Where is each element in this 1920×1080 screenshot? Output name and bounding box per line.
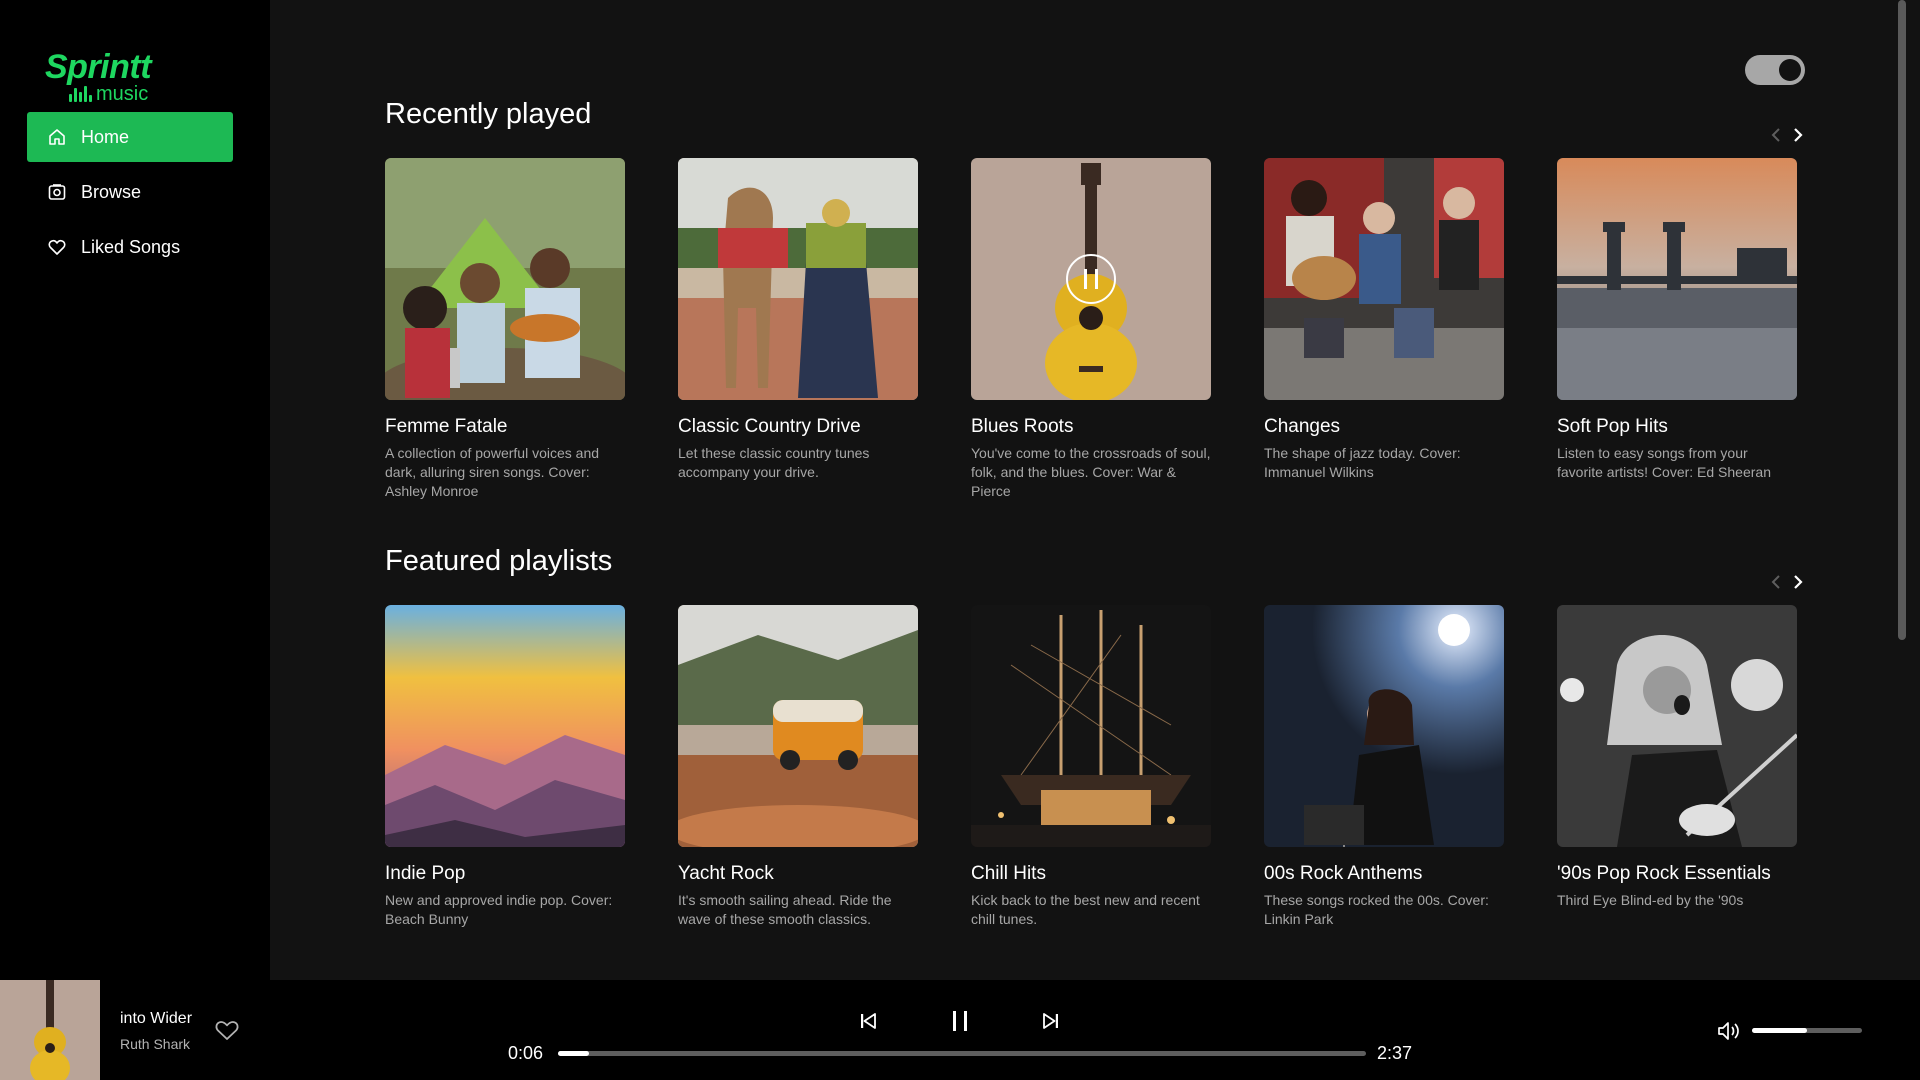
progress-bar[interactable] — [558, 1051, 1366, 1056]
card-title: Soft Pop Hits — [1557, 416, 1668, 437]
card-title: Classic Country Drive — [678, 416, 861, 437]
section-title: Featured playlists — [385, 545, 613, 577]
theme-toggle[interactable] — [1745, 55, 1805, 85]
main-scrollbar[interactable] — [1896, 0, 1908, 980]
sidebar-item-browse[interactable]: Browse — [27, 167, 233, 217]
card-description: Listen to easy songs from your favorite … — [1557, 445, 1771, 480]
playlist-cover — [1264, 605, 1504, 847]
pause-overlay-icon[interactable] — [1066, 254, 1116, 304]
featured-playlists-section: Featured playlists Indie Pop New and app… — [385, 545, 1805, 927]
now-playing-cover[interactable] — [0, 980, 100, 1080]
like-heart-icon[interactable] — [214, 1018, 240, 1042]
pause-icon[interactable] — [947, 1008, 973, 1034]
previous-icon[interactable] — [855, 1008, 881, 1034]
card-description: You've come to the crossroads of soul, f… — [971, 445, 1211, 499]
playlist-cover — [385, 158, 625, 400]
card-title: Yacht Rock — [678, 863, 774, 884]
sidebar: Sprintt music Home Browse Liked Songs — [0, 0, 270, 980]
app-logo[interactable]: Sprintt music — [45, 48, 152, 105]
toggle-knob — [1779, 59, 1801, 81]
playlist-card[interactable]: Changes The shape of jazz today. Cover: … — [1264, 158, 1504, 501]
chevron-right-icon[interactable] — [1791, 571, 1805, 593]
card-row: Indie Pop New and approved indie pop. Co… — [385, 605, 1797, 929]
card-title: Blues Roots — [971, 416, 1074, 437]
card-description: Let these classic country tunes accompan… — [678, 445, 870, 480]
player-bar: into Wider Ruth Shark 0:06 2:37 — [0, 980, 1920, 1080]
logo-subtext: music — [96, 83, 149, 105]
carousel-arrows — [1769, 124, 1805, 146]
logo-text: Sprintt — [45, 48, 152, 86]
playlist-card[interactable]: Femme Fatale A collection of powerful vo… — [385, 158, 625, 501]
carousel-arrows — [1769, 571, 1805, 593]
home-icon — [47, 127, 67, 147]
chevron-left-icon[interactable] — [1769, 571, 1783, 593]
section-title: Recently played — [385, 98, 592, 130]
chevron-left-icon[interactable] — [1769, 124, 1783, 146]
playlist-card[interactable]: Chill Hits Kick back to the best new and… — [971, 605, 1211, 929]
card-title: Femme Fatale — [385, 416, 508, 437]
browse-icon — [47, 182, 67, 202]
card-title: Indie Pop — [385, 863, 466, 884]
card-title: Chill Hits — [971, 863, 1046, 884]
card-description: The shape of jazz today. Cover: Immanuel… — [1264, 445, 1461, 480]
playlist-cover — [1557, 158, 1797, 400]
sidebar-item-label: Browse — [81, 181, 142, 202]
playlist-cover — [385, 605, 625, 847]
playlist-card[interactable]: Yacht Rock It's smooth sailing ahead. Ri… — [678, 605, 918, 929]
playlist-cover — [678, 605, 918, 847]
playlist-card[interactable]: 00s Rock Anthems These songs rocked the … — [1264, 605, 1504, 929]
heart-icon — [47, 237, 67, 257]
card-description: Third Eye Blind-ed by the '90s — [1557, 892, 1744, 908]
sidebar-item-label: Home — [81, 126, 130, 147]
volume-icon[interactable] — [1716, 1020, 1742, 1042]
playlist-card[interactable]: Indie Pop New and approved indie pop. Co… — [385, 605, 625, 929]
progress-fill — [558, 1051, 589, 1056]
playlist-card[interactable]: Blues Roots You've come to the crossroad… — [971, 158, 1211, 501]
card-description: These songs rocked the 00s. Cover: Linki… — [1264, 892, 1489, 927]
total-duration: 2:37 — [1377, 1043, 1413, 1063]
playlist-cover — [1557, 605, 1797, 847]
soundwave-icon — [69, 86, 92, 102]
now-playing-title[interactable]: into Wider — [120, 1010, 192, 1028]
card-title: '90s Pop Rock Essentials — [1557, 863, 1771, 884]
card-title: 00s Rock Anthems — [1264, 863, 1423, 884]
recently-played-section: Recently played Femme Fatale A collectio… — [385, 98, 1805, 499]
card-title: Changes — [1264, 416, 1341, 437]
volume-slider[interactable] — [1752, 1028, 1862, 1033]
sidebar-item-label: Liked Songs — [81, 236, 181, 257]
elapsed-time: 0:06 — [508, 1043, 544, 1063]
now-playing-artist[interactable]: Ruth Shark — [120, 1036, 190, 1052]
sidebar-item-liked-songs[interactable]: Liked Songs — [27, 222, 233, 272]
card-description: A collection of powerful voices and dark… — [385, 445, 600, 499]
playlist-cover — [971, 158, 1211, 400]
volume-fill — [1752, 1028, 1807, 1033]
playlist-card[interactable]: '90s Pop Rock Essentials Third Eye Blind… — [1557, 605, 1797, 929]
card-description: Kick back to the best new and recent chi… — [971, 892, 1200, 927]
sidebar-item-home[interactable]: Home — [27, 112, 233, 162]
playlist-cover — [971, 605, 1211, 847]
playlist-card[interactable]: Classic Country Drive Let these classic … — [678, 158, 918, 501]
playlist-cover — [678, 158, 918, 400]
card-description: It's smooth sailing ahead. Ride the wave… — [678, 892, 892, 927]
card-row: Femme Fatale A collection of powerful vo… — [385, 158, 1797, 501]
next-icon[interactable] — [1038, 1008, 1064, 1034]
playlist-cover — [1264, 158, 1504, 400]
card-description: New and approved indie pop. Cover: Beach… — [385, 892, 613, 927]
chevron-right-icon[interactable] — [1791, 124, 1805, 146]
playlist-card[interactable]: Soft Pop Hits Listen to easy songs from … — [1557, 158, 1797, 501]
sidebar-nav: Home Browse Liked Songs — [27, 112, 233, 277]
scrollbar-thumb[interactable] — [1898, 0, 1906, 640]
